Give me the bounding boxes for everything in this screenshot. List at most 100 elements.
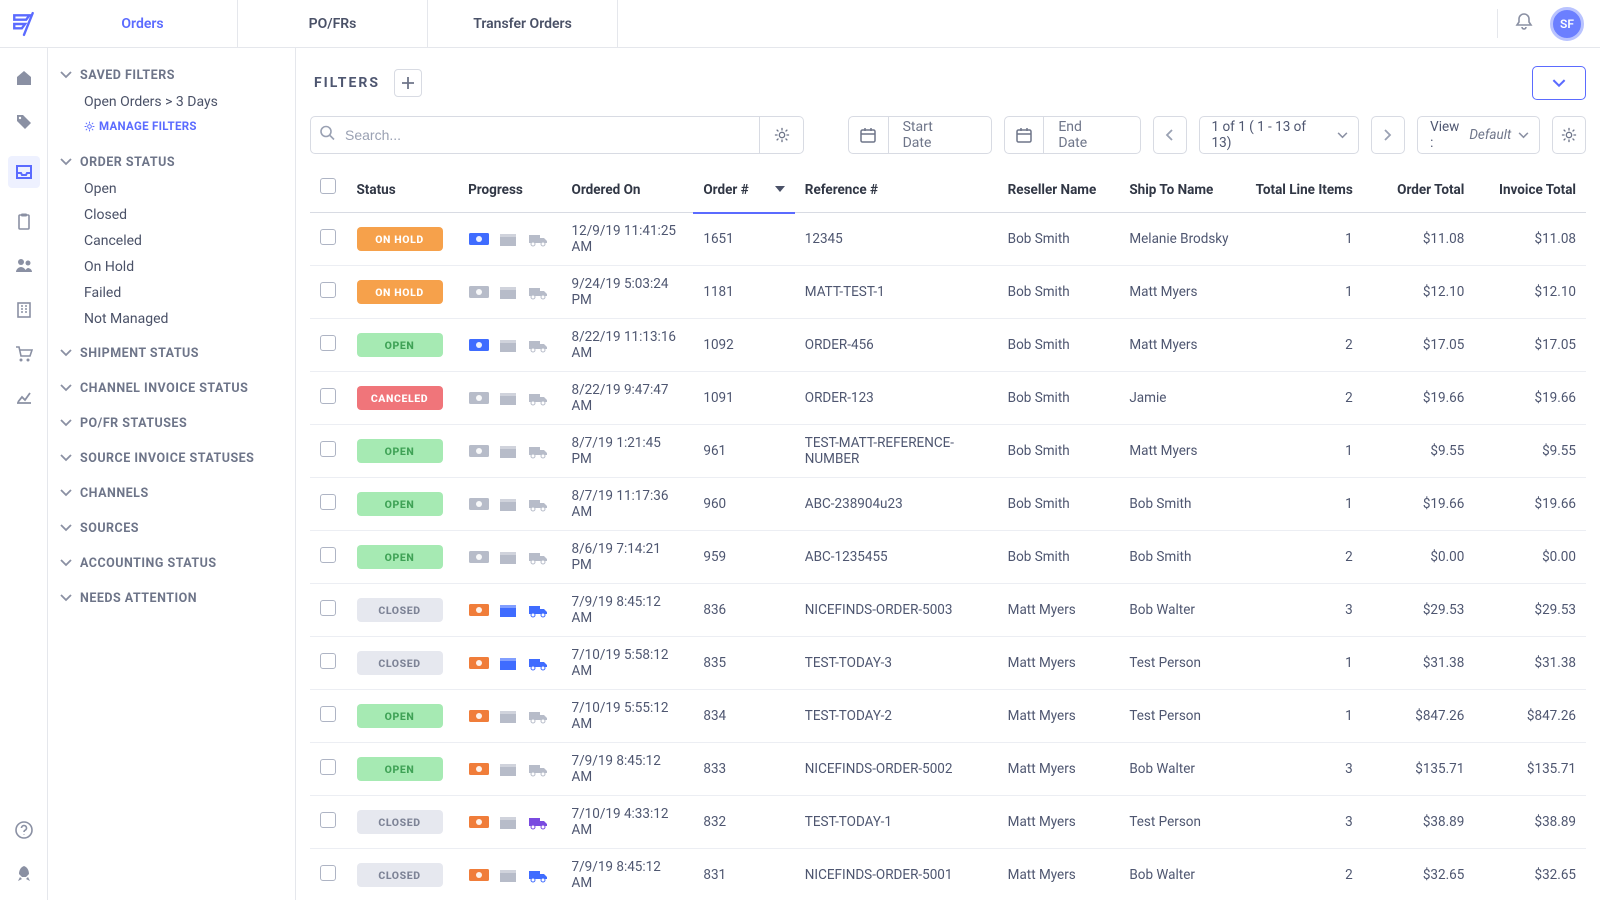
col-header[interactable]: Status	[347, 164, 459, 213]
tag-icon[interactable]	[14, 112, 34, 132]
order-status-item[interactable]: Not Managed	[58, 306, 289, 332]
main: FILTERS Start Date End Date 1	[296, 48, 1600, 900]
end-date-input[interactable]: End Date	[1004, 116, 1141, 154]
app-logo[interactable]	[0, 0, 48, 48]
people-icon[interactable]	[14, 256, 34, 276]
cell-ordered-on: 8/7/19 1:21:45 PM	[562, 425, 694, 478]
progress-step-icon	[468, 549, 490, 565]
row-checkbox[interactable]	[320, 494, 336, 510]
cell-reseller: Matt Myers	[998, 637, 1120, 690]
row-checkbox[interactable]	[320, 441, 336, 457]
tab-po-frs[interactable]: PO/FRs	[238, 0, 428, 47]
cell-line-items: 2	[1241, 319, 1363, 372]
inbox-icon[interactable]	[8, 156, 40, 188]
home-icon[interactable]	[14, 68, 34, 88]
sidebar-section[interactable]: SOURCES	[58, 515, 289, 542]
saved-filter-item[interactable]: Open Orders > 3 Days	[58, 89, 289, 115]
search-settings-button[interactable]	[760, 116, 804, 154]
table-row[interactable]: OPEN7/10/19 5:55:12 AM834TEST-TODAY-2Mat…	[310, 690, 1586, 743]
table-row[interactable]: OPEN8/22/19 11:13:16 AM1092ORDER-456Bob …	[310, 319, 1586, 372]
table-row[interactable]: OPEN8/6/19 7:14:21 PM959ABC-1235455Bob S…	[310, 531, 1586, 584]
add-filter-button[interactable]	[394, 69, 422, 97]
rocket-icon[interactable]	[14, 864, 34, 884]
col-header[interactable]: Order Total	[1363, 164, 1475, 213]
sidebar-section[interactable]: NEEDS ATTENTION	[58, 585, 289, 612]
sidebar-section[interactable]: SHIPMENT STATUS	[58, 340, 289, 367]
sidebar-section[interactable]: CHANNELS	[58, 480, 289, 507]
page-prev-button[interactable]	[1153, 116, 1187, 154]
sidebar-section[interactable]: PO/FR STATUSES	[58, 410, 289, 437]
manage-filters-link[interactable]: MANAGE FILTERS	[58, 115, 289, 141]
row-checkbox[interactable]	[320, 653, 336, 669]
col-header[interactable]: Reseller Name	[998, 164, 1120, 213]
table-row[interactable]: CLOSED7/9/19 8:45:12 AM831NICEFINDS-ORDE…	[310, 849, 1586, 900]
tab-transfer-orders[interactable]: Transfer Orders	[428, 0, 618, 47]
view-select[interactable]: View : Default	[1417, 116, 1540, 154]
col-header[interactable]: Reference #	[795, 164, 998, 213]
start-date-input[interactable]: Start Date	[848, 116, 992, 154]
row-checkbox[interactable]	[320, 388, 336, 404]
select-all-checkbox[interactable]	[320, 178, 336, 194]
cell-invoice-total: $0.00	[1474, 531, 1586, 584]
table-row[interactable]: ON HOLD9/24/19 5:03:24 PM1181MATT-TEST-1…	[310, 266, 1586, 319]
sort-desc-icon	[775, 180, 785, 196]
table-row[interactable]: CLOSED7/9/19 8:45:12 AM836NICEFINDS-ORDE…	[310, 584, 1586, 637]
cell-reference: ABC-238904u23	[795, 478, 998, 531]
row-checkbox[interactable]	[320, 759, 336, 775]
table-settings-button[interactable]	[1552, 116, 1586, 154]
col-header[interactable]: Progress	[458, 164, 561, 213]
cell-reference: ABC-1235455	[795, 531, 998, 584]
table-row[interactable]: OPEN8/7/19 1:21:45 PM961TEST-MATT-REFERE…	[310, 425, 1586, 478]
chart-icon[interactable]	[14, 388, 34, 408]
table-row[interactable]: CANCELED8/22/19 9:47:47 AM1091ORDER-123B…	[310, 372, 1586, 425]
row-checkbox[interactable]	[320, 812, 336, 828]
search-input[interactable]	[310, 116, 760, 154]
clipboard-icon[interactable]	[14, 212, 34, 232]
col-header[interactable]: Total Line Items	[1241, 164, 1363, 213]
cell-reseller: Bob Smith	[998, 213, 1120, 266]
cell-ship-to: Jamie	[1119, 372, 1241, 425]
cell-reference: TEST-TODAY-1	[795, 796, 998, 849]
tab-orders[interactable]: Orders	[48, 0, 238, 47]
table-row[interactable]: CLOSED7/10/19 5:58:12 AM835TEST-TODAY-3M…	[310, 637, 1586, 690]
cell-ordered-on: 8/6/19 7:14:21 PM	[562, 531, 694, 584]
order-status-item[interactable]: Closed	[58, 202, 289, 228]
building-icon[interactable]	[14, 300, 34, 320]
order-status-item[interactable]: Canceled	[58, 228, 289, 254]
avatar[interactable]: SF	[1550, 7, 1584, 41]
row-checkbox[interactable]	[320, 229, 336, 245]
cell-reference: NICEFINDS-ORDER-5001	[795, 849, 998, 900]
row-checkbox[interactable]	[320, 335, 336, 351]
cell-order-total: $9.55	[1363, 425, 1475, 478]
order-status-item[interactable]: Failed	[58, 280, 289, 306]
progress-step-icon	[468, 337, 490, 353]
row-checkbox[interactable]	[320, 706, 336, 722]
col-header[interactable]: Ordered On	[562, 164, 694, 213]
col-header[interactable]: Invoice Total	[1474, 164, 1586, 213]
sidebar-section[interactable]: SOURCE INVOICE STATUSES	[58, 445, 289, 472]
chevron-down-icon	[60, 346, 72, 361]
sidebar-section[interactable]: CHANNEL INVOICE STATUS	[58, 375, 289, 402]
table-row[interactable]: CLOSED7/10/19 4:33:12 AM832TEST-TODAY-1M…	[310, 796, 1586, 849]
col-header[interactable]: Ship To Name	[1119, 164, 1241, 213]
row-checkbox[interactable]	[320, 547, 336, 563]
table-row[interactable]: OPEN7/9/19 8:45:12 AM833NICEFINDS-ORDER-…	[310, 743, 1586, 796]
cart-icon[interactable]	[14, 344, 34, 364]
help-icon[interactable]	[14, 820, 34, 840]
row-checkbox[interactable]	[320, 865, 336, 881]
bell-icon[interactable]	[1514, 12, 1534, 36]
order-status-item[interactable]: Open	[58, 176, 289, 202]
expand-filters-button[interactable]	[1532, 66, 1586, 100]
sidebar-section-order-status[interactable]: ORDER STATUS	[58, 149, 289, 176]
row-checkbox[interactable]	[320, 282, 336, 298]
cell-order-number: 960	[693, 478, 794, 531]
table-row[interactable]: OPEN8/7/19 11:17:36 AM960ABC-238904u23Bo…	[310, 478, 1586, 531]
sidebar-section[interactable]: ACCOUNTING STATUS	[58, 550, 289, 577]
row-checkbox[interactable]	[320, 600, 336, 616]
col-header[interactable]: Order #	[693, 164, 794, 213]
page-info-dropdown[interactable]: 1 of 1 ( 1 - 13 of 13)	[1199, 116, 1360, 154]
sidebar-section-saved-filters[interactable]: SAVED FILTERS	[58, 62, 289, 89]
order-status-item[interactable]: On Hold	[58, 254, 289, 280]
page-next-button[interactable]	[1371, 116, 1405, 154]
table-row[interactable]: ON HOLD12/9/19 11:41:25 AM165112345Bob S…	[310, 213, 1586, 266]
